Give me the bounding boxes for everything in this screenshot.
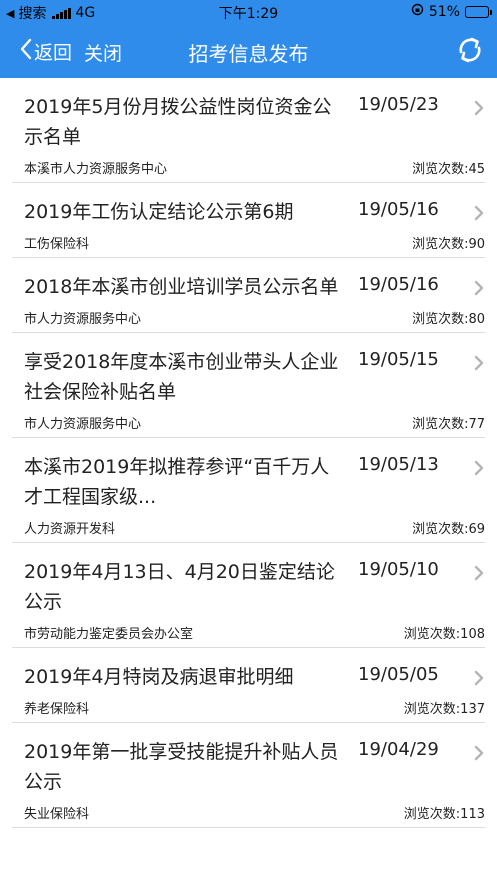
item-meta: 市人力资源服务中心 浏览次数:80 <box>24 302 485 332</box>
page-title: 招考信息发布 <box>188 42 309 66</box>
chevron-right-icon <box>474 100 484 120</box>
item-title: 2019年4月13日、4月20日鉴定结论公示 <box>24 561 335 613</box>
list-item[interactable]: 2019年第一批享受技能提升补贴人员公示 19/04/29 失业保险科 浏览次数:11… <box>12 723 485 828</box>
battery-icon <box>465 5 492 18</box>
chevron-right-icon <box>474 460 484 480</box>
notice-list: 2019年5月份月拨公益性岗位资金公示名单 19/05/23 本溪市人力资源服务中心… <box>0 78 497 828</box>
item-source: 养老保险科 <box>24 702 90 717</box>
item-views: 浏览次数:77 <box>412 417 485 432</box>
item-views: 浏览次数:113 <box>403 807 485 822</box>
item-meta: 养老保险科 浏览次数:137 <box>24 692 485 722</box>
item-source: 市劳动能力鉴定委员会办公室 <box>24 627 194 642</box>
status-right: 51% <box>411 3 492 20</box>
chevron-right-icon <box>474 280 484 300</box>
item-title: 2018年本溪市创业培训学员公示名单 <box>24 276 339 298</box>
item-views: 浏览次数:45 <box>412 162 485 177</box>
list-item[interactable]: 2019年工伤认定结论公示第6期 19/05/16 工伤保险科 浏览次数:90 <box>12 183 485 258</box>
item-source: 工伤保险科 <box>24 237 90 252</box>
list-item[interactable]: 2019年5月份月拨公益性岗位资金公示名单 19/05/23 本溪市人力资源服务中心… <box>12 78 485 183</box>
list-item[interactable]: 2019年4月特岗及病退审批明细 19/05/05 养老保险科 浏览次数:137 <box>12 648 485 723</box>
list-item[interactable]: 本溪市2019年拟推荐参评“百千万人才工程国家级... 19/05/13 人力资源开… <box>12 438 485 543</box>
list-item[interactable]: 享受2018年度本溪市创业带头人企业社会保险补贴名单 19/05/15 市人力资源服… <box>12 333 485 438</box>
item-source: 市人力资源服务中心 <box>24 312 142 327</box>
item-views: 浏览次数:137 <box>403 702 485 717</box>
nav-bar: 返回 关闭 招考信息发布 <box>0 24 497 78</box>
chevron-right-icon <box>474 205 484 225</box>
list-item[interactable]: 2019年4月13日、4月20日鉴定结论公示 19/05/10 市劳动能力鉴定委员会… <box>12 543 485 648</box>
item-title: 2019年4月特岗及病退审批明细 <box>24 666 294 688</box>
item-meta: 市人力资源服务中心 浏览次数:77 <box>24 407 485 437</box>
item-title: 2019年工伤认定结论公示第6期 <box>24 201 294 223</box>
item-source: 市人力资源服务中心 <box>24 417 142 432</box>
item-meta: 人力资源开发科 浏览次数:69 <box>24 512 485 542</box>
item-views: 浏览次数:108 <box>403 627 485 642</box>
rotation-lock-icon <box>411 3 424 20</box>
item-source: 本溪市人力资源服务中心 <box>24 162 168 177</box>
item-views: 浏览次数:80 <box>412 312 485 327</box>
chevron-right-icon <box>474 745 484 765</box>
refresh-icon[interactable] <box>453 33 487 67</box>
item-title: 本溪市2019年拟推荐参评“百千万人才工程国家级... <box>24 456 330 508</box>
item-source: 失业保险科 <box>24 807 90 822</box>
item-meta: 失业保险科 浏览次数:113 <box>24 797 485 827</box>
item-date: 19/05/16 <box>358 199 439 220</box>
item-source: 人力资源开发科 <box>24 522 116 537</box>
item-title: 2019年第一批享受技能提升补贴人员公示 <box>24 741 339 793</box>
item-meta: 本溪市人力资源服务中心 浏览次数:45 <box>24 152 485 182</box>
list-item[interactable]: 2018年本溪市创业培训学员公示名单 19/05/16 市人力资源服务中心 浏览次数:… <box>12 258 485 333</box>
item-title: 2019年5月份月拨公益性岗位资金公示名单 <box>24 96 332 148</box>
item-date: 19/05/15 <box>358 349 439 370</box>
item-meta: 市劳动能力鉴定委员会办公室 浏览次数:108 <box>24 617 485 647</box>
item-views: 浏览次数:69 <box>412 522 485 537</box>
item-date: 19/05/13 <box>358 454 439 475</box>
item-date: 19/05/23 <box>358 94 439 115</box>
item-date: 19/05/10 <box>358 559 439 580</box>
status-bar: ◀ 搜索 4G 下午1:29 51% <box>0 0 497 24</box>
item-views: 浏览次数:90 <box>412 237 485 252</box>
item-date: 19/04/29 <box>358 739 439 760</box>
item-meta: 工伤保险科 浏览次数:90 <box>24 227 485 257</box>
battery-percent: 51% <box>428 3 460 20</box>
item-title: 享受2018年度本溪市创业带头人企业社会保险补贴名单 <box>24 351 339 403</box>
chevron-right-icon <box>474 565 484 585</box>
item-date: 19/05/05 <box>358 664 439 685</box>
item-date: 19/05/16 <box>358 274 439 295</box>
chevron-right-icon <box>474 355 484 375</box>
chevron-right-icon <box>474 670 484 690</box>
